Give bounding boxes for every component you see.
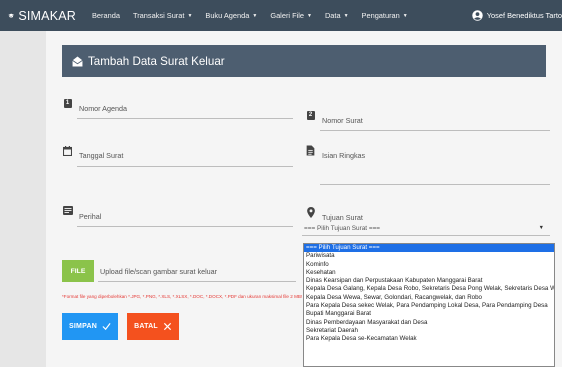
dropdown-option[interactable]: === Pilih Tujuan Surat === <box>304 244 554 253</box>
user-menu[interactable]: Yosef Benediktus Tarto <box>472 0 562 31</box>
nav-item-label: Galeri File <box>270 11 305 20</box>
dropdown-option[interactable]: Kesehatan <box>304 269 554 277</box>
cancel-button[interactable]: BATAL <box>127 313 179 340</box>
nav-item-pengaturan[interactable]: Pengaturan ▼ <box>362 11 408 20</box>
calendar-icon <box>63 146 72 156</box>
caret-down-icon: ▼ <box>307 12 312 19</box>
caret-down-icon: ▼ <box>187 12 193 19</box>
nomor-surat-label: Nomor Surat <box>322 116 363 125</box>
file-path-input[interactable] <box>98 281 296 282</box>
perihal-label: Perihal <box>79 212 102 221</box>
nav-item-galeri-file[interactable]: Galeri File ▼ <box>270 11 312 20</box>
nav-item-buku-agenda[interactable]: Buku Agenda ▼ <box>205 11 257 20</box>
number-two-icon: 2 <box>306 110 315 120</box>
caret-down-icon: ▼ <box>402 12 408 19</box>
navbar: SIMAKAR Beranda Transaksi Surat ▼ Buku A… <box>0 0 562 31</box>
tujuan-surat-dropdown[interactable]: === Pilih Tujuan Surat === Pariwisata Ko… <box>303 243 555 367</box>
nav-menu: Beranda Transaksi Surat ▼ Buku Agenda ▼ … <box>92 11 421 20</box>
nav-item-label: Data <box>324 11 341 20</box>
perihal-input[interactable] <box>77 226 293 227</box>
caret-down-icon: ▼ <box>252 12 258 19</box>
nav-item-label: Beranda <box>92 11 120 20</box>
dropdown-option[interactable]: Para Kepala Desa se-Kecamatan Welak <box>304 335 554 343</box>
cancel-button-label: BATAL <box>134 323 158 330</box>
page-title: Tambah Data Surat Keluar <box>88 54 225 68</box>
list-icon <box>63 206 73 215</box>
tanggal-surat-input[interactable] <box>77 166 293 167</box>
tanggal-surat-label: Tanggal Surat <box>79 151 124 160</box>
number-badge: 1 <box>63 98 72 108</box>
dropdown-option[interactable]: Para Kepala Desa sekec Welak, Para Penda… <box>304 302 554 310</box>
nav-item-label: Buku Agenda <box>205 11 250 20</box>
file-upload-button[interactable]: FILE <box>62 260 94 282</box>
nav-item-label: Pengaturan <box>361 11 400 20</box>
check-icon <box>102 322 111 331</box>
number-one-icon: 1 <box>63 98 72 108</box>
save-button[interactable]: SIMPAN <box>62 313 118 340</box>
dropdown-option[interactable]: Dinas Kearsipan dan Perpustakaan Kabupat… <box>304 277 554 285</box>
map-marker-icon <box>307 207 315 218</box>
file-text-icon <box>306 145 315 156</box>
brand-name: SIMAKAR <box>18 8 76 23</box>
dropdown-option[interactable]: Kominfo <box>304 261 554 269</box>
mail-icon <box>72 56 83 66</box>
isian-ringkas-input[interactable] <box>320 184 550 185</box>
dropdown-option[interactable]: Kepala Desa Wewa, Sewar, Golondari, Raca… <box>304 294 554 302</box>
brand[interactable]: SIMAKAR <box>0 9 76 23</box>
file-format-note: *Format file yang diperbolehkan *.JPG, *… <box>62 294 303 299</box>
nav-item-transaksi-surat[interactable]: Transaksi Surat ▼ <box>133 11 192 20</box>
nomor-agenda-input[interactable] <box>77 118 293 119</box>
save-button-label: SIMPAN <box>69 323 97 330</box>
select-value: === Pilih Tujuan Surat === <box>304 225 381 232</box>
nomor-surat-input[interactable] <box>320 130 550 131</box>
dropdown-option[interactable]: Sekretariat Daerah <box>304 327 554 335</box>
nav-item-label: Transaksi Surat <box>132 11 185 20</box>
caret-down-icon: ▼ <box>538 225 544 231</box>
caret-down-icon: ▼ <box>343 12 349 19</box>
nomor-agenda-label: Nomor Agenda <box>79 104 127 113</box>
close-icon <box>163 322 171 331</box>
dropdown-option[interactable]: Bupati Manggarai Barat <box>304 310 554 318</box>
nav-item-data[interactable]: Data ▼ <box>325 11 349 20</box>
nav-item-beranda[interactable]: Beranda <box>92 11 120 20</box>
graduation-cap-icon <box>8 13 15 18</box>
tujuan-surat-label: Tujuan Surat <box>322 213 363 222</box>
dropdown-option[interactable]: Pariwisata <box>304 252 554 260</box>
isian-ringkas-label: Isian Ringkas <box>322 151 366 160</box>
user-name: Yosef Benediktus Tarto <box>486 11 562 20</box>
number-badge: 2 <box>306 110 315 120</box>
dropdown-option[interactable]: Dinas Pemberdayaan Masyarakat dan Desa <box>304 319 554 327</box>
card-header: Tambah Data Surat Keluar <box>62 45 546 77</box>
file-placeholder: Upload file/scan gambar surat keluar <box>100 267 218 276</box>
tujuan-surat-select[interactable]: === Pilih Tujuan Surat === ▼ <box>302 222 550 236</box>
dropdown-option[interactable]: Kepala Desa Galang, Kepala Desa Robo, Se… <box>304 285 554 293</box>
user-avatar-icon <box>472 10 483 21</box>
